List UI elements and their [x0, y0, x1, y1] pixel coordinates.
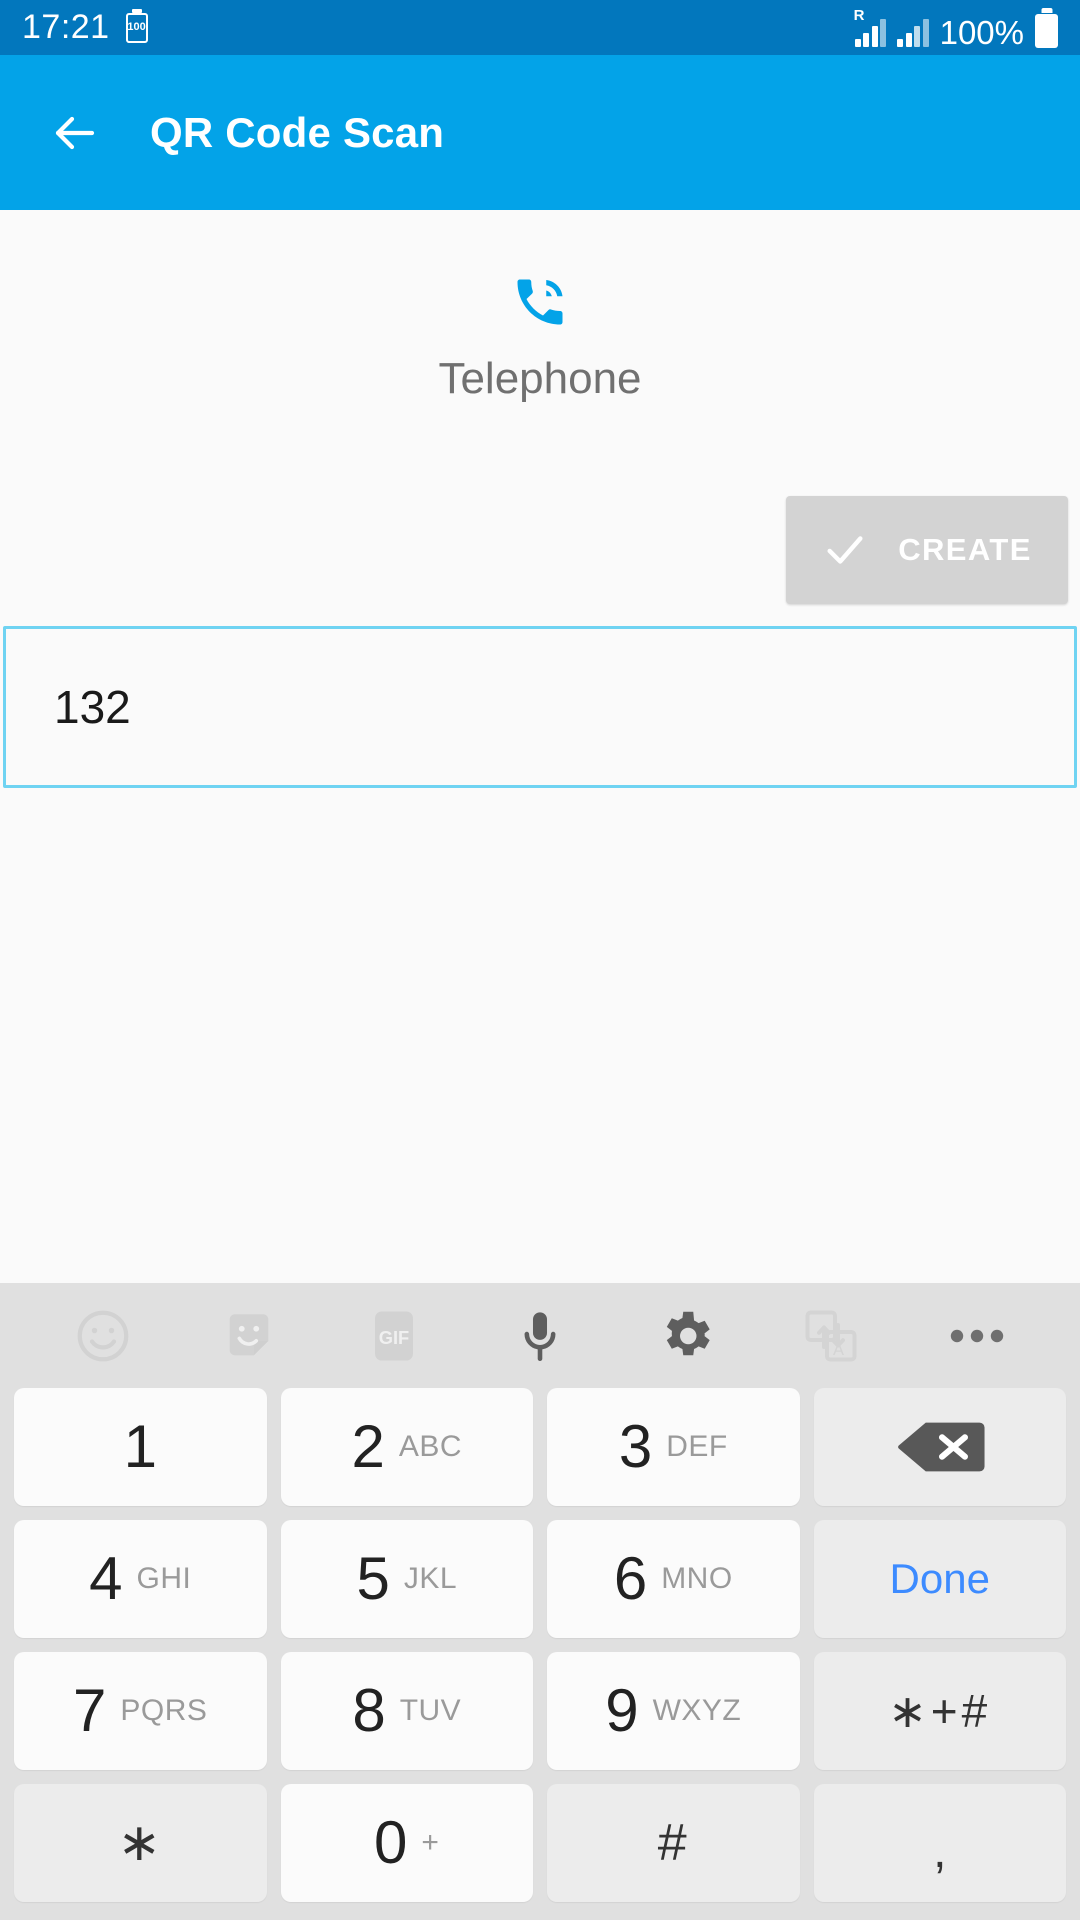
key-done[interactable]: Done [813, 1520, 1066, 1638]
battery-saver-icon: 100 [125, 12, 148, 43]
qr-type-label: Telephone [438, 354, 642, 403]
key-symbols-label: ∗+# [888, 1685, 992, 1737]
telephone-input[interactable]: 132 [3, 626, 1077, 788]
status-bar-right: R 100% [853, 6, 1058, 51]
key-hash[interactable]: # [547, 1784, 800, 1902]
key-5[interactable]: 5 JKL [280, 1520, 533, 1638]
key-4-number: 4 [89, 1545, 123, 1612]
key-9-letters: WXYZ [652, 1694, 742, 1727]
key-2-letters: ABC [398, 1430, 463, 1463]
battery-saver-badge-label: 100 [127, 21, 146, 33]
check-icon [822, 527, 868, 573]
keyboard-rows: 1 2 ABC 3 DEF 4 GHI 5 JKL 6 MNO Done 7 P… [0, 1388, 1080, 1902]
battery-percent-label: 100% [939, 13, 1024, 51]
keyboard-toolbar: GIF A [0, 1283, 1080, 1388]
svg-text:A: A [833, 1341, 844, 1359]
key-hash-label: # [657, 1814, 689, 1872]
create-button-label: CREATE [898, 532, 1032, 567]
key-9-number: 9 [605, 1677, 639, 1744]
key-4[interactable]: 4 GHI [14, 1520, 267, 1638]
backspace-icon [894, 1419, 986, 1475]
key-comma[interactable]: , [813, 1784, 1066, 1902]
key-3-letters: DEF [666, 1430, 728, 1463]
battery-icon [1035, 13, 1058, 48]
key-7[interactable]: 7 PQRS [14, 1652, 267, 1770]
key-3-number: 3 [618, 1413, 653, 1480]
key-2-number: 2 [351, 1413, 385, 1480]
key-asterisk[interactable]: ∗ [14, 1784, 267, 1902]
key-0[interactable]: 0 + [280, 1784, 533, 1902]
key-6-letters: MNO [661, 1562, 733, 1595]
translate-icon[interactable]: A [799, 1304, 863, 1368]
key-0-plus: + [421, 1826, 440, 1859]
input-field-wrapper: 132 [0, 626, 1080, 788]
roaming-label: R [853, 6, 865, 24]
app-bar: QR Code Scan [0, 55, 1080, 210]
svg-text:GIF: GIF [379, 1327, 409, 1348]
main-content: Telephone CREATE 132 [0, 210, 1080, 1283]
key-symbols[interactable]: ∗+# [813, 1652, 1066, 1770]
status-bar-left: 17:21 100 [22, 8, 148, 47]
create-button[interactable]: CREATE [786, 496, 1068, 604]
key-8-number: 8 [352, 1677, 386, 1744]
status-clock: 17:21 [22, 8, 110, 46]
key-comma-label: , [933, 1825, 947, 1878]
key-0-number: 0 [374, 1809, 408, 1876]
key-7-letters: PQRS [120, 1694, 208, 1727]
gif-icon[interactable]: GIF [362, 1304, 426, 1368]
key-backspace[interactable] [813, 1388, 1066, 1506]
key-5-letters: JKL [403, 1562, 458, 1595]
keyboard-row: 1 2 ABC 3 DEF [14, 1388, 1066, 1506]
keyboard: GIF A 1 2 ABC 3 DEF 4 GHI 5 JKL 6 MNO Do… [0, 1283, 1080, 1920]
keyboard-row: 4 GHI 5 JKL 6 MNO Done [14, 1520, 1066, 1638]
keyboard-row: ∗ 0 + # , [14, 1784, 1066, 1902]
status-bar: 17:21 100 R 100% [0, 0, 1080, 55]
key-5-number: 5 [356, 1545, 390, 1612]
app-root: 17:21 100 R 100% QR Code Scan Telephone … [0, 0, 1080, 1920]
key-1-number: 1 [123, 1413, 157, 1480]
gear-icon[interactable] [654, 1304, 718, 1368]
phone-in-talk-icon [510, 272, 570, 332]
key-3[interactable]: 3 DEF [547, 1388, 800, 1506]
keyboard-row: 7 PQRS 8 TUV 9 WXYZ ∗+# [14, 1652, 1066, 1770]
key-6[interactable]: 6 MNO [547, 1520, 800, 1638]
key-6-number: 6 [613, 1545, 648, 1612]
signal-icon [897, 18, 929, 47]
key-7-number: 7 [73, 1677, 107, 1744]
key-asterisk-label: ∗ [117, 1814, 164, 1872]
page-title: QR Code Scan [150, 108, 445, 156]
microphone-icon[interactable] [508, 1304, 572, 1368]
create-button-row: CREATE [0, 496, 1080, 604]
emoji-icon[interactable] [71, 1304, 135, 1368]
key-4-letters: GHI [136, 1562, 192, 1595]
key-8[interactable]: 8 TUV [280, 1652, 533, 1770]
key-8-letters: TUV [399, 1694, 462, 1727]
key-2[interactable]: 2 ABC [280, 1388, 533, 1506]
more-options-icon[interactable] [945, 1304, 1009, 1368]
qr-type-block: Telephone [0, 210, 1080, 404]
key-done-label: Done [889, 1555, 990, 1602]
back-arrow-icon[interactable] [50, 109, 98, 157]
key-1[interactable]: 1 [14, 1388, 267, 1506]
telephone-input-value: 132 [54, 681, 131, 733]
key-9[interactable]: 9 WXYZ [547, 1652, 800, 1770]
sticker-icon[interactable] [217, 1304, 281, 1368]
roaming-signal-icon: R [853, 6, 887, 47]
